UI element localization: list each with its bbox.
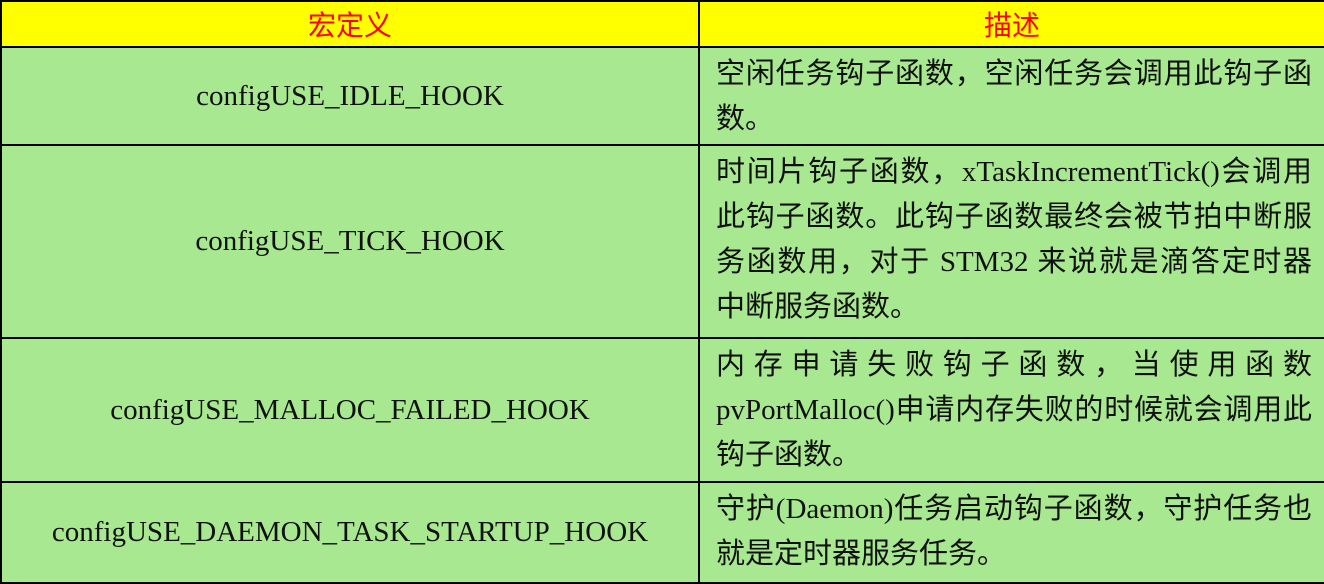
table-row: configUSE_IDLE_HOOK 空闲任务钩子函数，空闲任务会调用此钩子函…	[0, 46, 1324, 146]
table-row: configUSE_DAEMON_TASK_STARTUP_HOOK 守护(Da…	[0, 481, 1324, 584]
description-cell: 守护(Daemon)任务启动钩子函数，守护任务也就是定时器服务任务。	[698, 481, 1324, 584]
hook-config-table: 宏定义 描述 configUSE_IDLE_HOOK 空闲任务钩子函数，空闲任务…	[0, 0, 1324, 584]
macro-name-cell: configUSE_MALLOC_FAILED_HOOK	[0, 337, 700, 483]
description-column-header: 描述	[698, 0, 1324, 48]
table-row: configUSE_TICK_HOOK 时间片钩子函数，xTaskIncreme…	[0, 144, 1324, 339]
table-header-row: 宏定义 描述	[0, 0, 1324, 48]
macro-name-cell: configUSE_TICK_HOOK	[0, 144, 700, 339]
table-row: configUSE_MALLOC_FAILED_HOOK 内存申请失败钩子函数，…	[0, 337, 1324, 483]
macro-name-cell: configUSE_DAEMON_TASK_STARTUP_HOOK	[0, 481, 700, 584]
description-cell: 时间片钩子函数，xTaskIncrementTick()会调用此钩子函数。此钩子…	[698, 144, 1324, 339]
macro-name-cell: configUSE_IDLE_HOOK	[0, 46, 700, 146]
description-cell: 空闲任务钩子函数，空闲任务会调用此钩子函数。	[698, 46, 1324, 146]
macro-column-header: 宏定义	[0, 0, 700, 48]
description-cell: 内存申请失败钩子函数，当使用函数pvPortMalloc()申请内存失败的时候就…	[698, 337, 1324, 483]
